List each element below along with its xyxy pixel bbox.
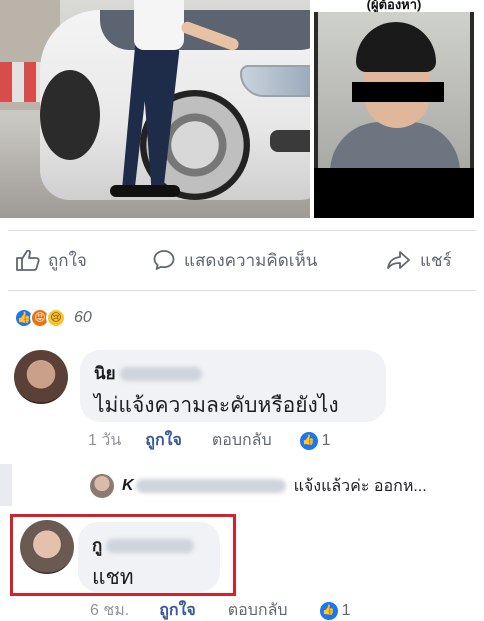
commenter-avatar[interactable] bbox=[14, 350, 68, 404]
comment-reply-link[interactable]: ตอบกลับ bbox=[212, 428, 272, 453]
like-button[interactable]: ถูกใจ bbox=[14, 246, 87, 274]
reply-avatar bbox=[90, 474, 114, 498]
post-photo-portrait[interactable]: (ผู้ต้องหา) bbox=[314, 0, 474, 218]
redacted-name bbox=[106, 538, 195, 553]
sad-reaction-icon: 😢 bbox=[46, 308, 66, 328]
comment-meta: 1 วัน ถูกใจ ตอบกลับ 👍 1 bbox=[88, 428, 331, 453]
photo-person-legs bbox=[122, 45, 180, 185]
divider bbox=[8, 230, 476, 231]
share-arrow-icon bbox=[387, 251, 410, 269]
like-button-label: ถูกใจ bbox=[48, 250, 87, 270]
comment-button-label: แสดงความคิดเห็น bbox=[184, 250, 318, 270]
comment-like-count-value: 1 bbox=[321, 431, 331, 449]
comment-like-link[interactable]: ถูกใจ bbox=[159, 598, 196, 621]
comment-meta: 6 ชม. ถูกใจ ตอบกลับ 👍 1 bbox=[90, 598, 350, 621]
comment-author-name: นิย bbox=[94, 364, 116, 383]
comment-button[interactable]: แสดงความคิดเห็น bbox=[152, 246, 317, 274]
redacted-name bbox=[119, 366, 202, 381]
comment-author-name: กู bbox=[92, 536, 103, 555]
like-badge-icon: 👍 bbox=[319, 601, 338, 620]
photo-car-rear-wheel bbox=[40, 70, 100, 160]
comment-text: ไม่แจ้งความละคับหรือยังไง bbox=[94, 394, 339, 417]
comment-timestamp[interactable]: 1 วัน bbox=[88, 428, 121, 453]
portrait-censor-bar bbox=[352, 82, 444, 102]
post-photos: (ผู้ต้องหา) bbox=[0, 0, 484, 222]
portrait-caption: (ผู้ต้องหา) bbox=[314, 0, 474, 12]
reactions-summary[interactable]: 👍 😡 😢 60 bbox=[14, 306, 92, 330]
reply-author-name: K bbox=[122, 477, 134, 494]
comment-like-count[interactable]: 👍 1 bbox=[319, 601, 351, 620]
photo-person-shirt bbox=[134, 0, 184, 50]
post-photo-car[interactable] bbox=[0, 0, 310, 218]
reply-author: K bbox=[122, 477, 286, 495]
share-button[interactable]: แชร์ bbox=[386, 246, 452, 274]
comment-reply-link[interactable]: ตอบกลับ bbox=[228, 598, 288, 621]
photo-car-headlight bbox=[240, 65, 310, 97]
comment-bubble: นิย ไม่แจ้งความละคับหรือยังไง bbox=[80, 350, 386, 422]
comment-timestamp[interactable]: 6 ชม. bbox=[90, 598, 129, 621]
comment-like-count[interactable]: 👍 1 bbox=[299, 431, 331, 450]
comment-author[interactable]: นิย bbox=[94, 360, 372, 387]
photo-car-grille bbox=[270, 130, 310, 152]
photo-person-shoes bbox=[110, 185, 180, 197]
thread-indicator bbox=[0, 464, 12, 506]
portrait-bottom-band bbox=[314, 168, 474, 218]
photo-person bbox=[110, 0, 241, 200]
comment-author[interactable]: กู bbox=[92, 532, 206, 559]
redacted-name bbox=[135, 479, 286, 493]
comment-like-link[interactable]: ถูกใจ bbox=[145, 428, 182, 453]
comment-like-count-value: 1 bbox=[341, 601, 351, 619]
reactions-count: 60 bbox=[74, 309, 92, 326]
comment-bubble-icon bbox=[153, 250, 175, 270]
commenter-avatar[interactable] bbox=[20, 520, 74, 574]
reply-preview[interactable]: K แจ้งแล้วค่ะ ออกห... bbox=[90, 472, 427, 500]
divider bbox=[8, 290, 476, 291]
thumbs-up-icon bbox=[16, 249, 40, 271]
comment-bubble: กู แชท bbox=[78, 522, 220, 592]
share-button-label: แชร์ bbox=[420, 250, 452, 270]
like-badge-icon: 👍 bbox=[299, 431, 318, 450]
post-action-bar: ถูกใจ แสดงความคิดเห็น แชร์ bbox=[0, 238, 484, 282]
comment-text: แชท bbox=[92, 566, 134, 589]
reply-text: แจ้งแล้วค่ะ ออกห... bbox=[293, 477, 427, 495]
